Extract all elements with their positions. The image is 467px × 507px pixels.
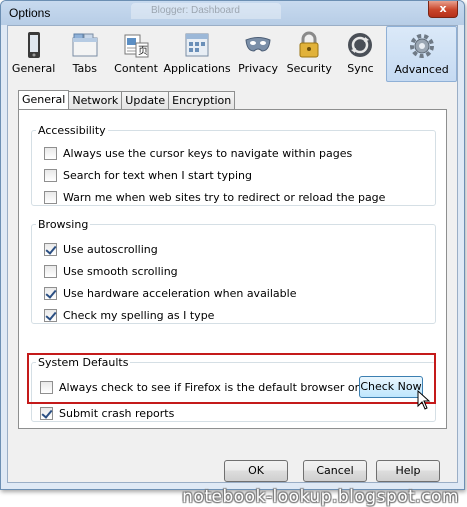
check-now-button[interactable]: Check Now [359,376,423,398]
option-label: Check my spelling as I type [63,309,215,322]
default-browser-option[interactable]: Always check to see if Firefox is the de… [40,381,405,394]
option-label: Warn me when web sites try to redirect o… [63,191,386,204]
options-window: Options Blogger: Dashboard x General Tab… [0,0,465,490]
crash-reports-option[interactable]: Submit crash reports [40,407,174,420]
checkbox[interactable] [40,381,53,394]
option-label: Always use the cursor keys to navigate w… [63,147,353,160]
content-icon: 页 [124,34,149,58]
padlock-icon [299,31,319,58]
close-button[interactable]: x [428,1,458,18]
option-label: Use hardware acceleration when available [63,287,297,300]
option-label: Use autoscrolling [63,243,158,256]
advanced-tabstrip: General Network Update Encryption [18,90,236,109]
search-typing-option[interactable]: Search for text when I start typing [44,169,252,182]
cursor-keys-option[interactable]: Always use the cursor keys to navigate w… [44,147,352,160]
cancel-button[interactable]: Cancel [303,460,367,482]
pane-sync[interactable]: Sync [335,26,386,82]
tabs-icon [72,33,98,57]
pane-general[interactable]: General [8,26,59,82]
tab-update[interactable]: Update [121,91,170,109]
dialog-body: General Tabs 页 Content Applications Priv… [7,25,458,483]
checkbox[interactable] [44,169,57,182]
group-legend: Browsing [38,218,89,231]
mouse-pointer-icon [417,390,431,410]
pane-tabs[interactable]: Tabs [59,26,110,82]
option-label: Submit crash reports [59,407,175,420]
checkbox-checked[interactable] [44,287,57,300]
group-legend: System Defaults [38,356,129,369]
checkbox-checked[interactable] [44,309,57,322]
option-label: Use smooth scrolling [63,265,178,278]
pane-privacy[interactable]: Privacy [232,26,283,82]
pane-security[interactable]: Security [284,26,335,82]
pane-label: General [11,62,56,75]
warn-redirect-option[interactable]: Warn me when web sites try to redirect o… [44,191,385,204]
smooth-scrolling-option[interactable]: Use smooth scrolling [44,265,178,278]
pane-label: Advanced [394,63,449,76]
preferences-toolbar: General Tabs 页 Content Applications Priv… [8,26,457,82]
pane-label: Applications [163,62,231,75]
general-tab-panel: Accessibility Always use the cursor keys… [18,109,447,429]
checkbox-checked[interactable] [40,407,53,420]
option-label: Search for text when I start typing [63,169,252,182]
spell-check-option[interactable]: Check my spelling as I type [44,309,214,322]
ok-button[interactable]: OK [224,460,288,482]
pane-label: Tabs [72,62,97,75]
sync-icon [348,33,373,57]
tab-network[interactable]: Network [68,91,123,109]
tab-general[interactable]: General [18,90,70,109]
privacy-mask-icon [245,37,271,52]
svg-text:页: 页 [138,45,148,57]
gear-icon [409,34,434,58]
tab-encryption[interactable]: Encryption [168,91,236,109]
applications-icon [185,33,209,57]
option-label: Always check to see if Firefox is the de… [59,381,405,394]
pane-applications[interactable]: Applications [162,26,233,82]
checkbox[interactable] [44,147,57,160]
pane-content[interactable]: 页 Content [110,26,161,82]
checkbox[interactable] [44,265,57,278]
browsing-group: Browsing Use autoscrolling Use smooth sc… [31,218,436,324]
checkbox-checked[interactable] [44,243,57,256]
window-title: Options [9,6,51,20]
watermark: notebook-lookup.blogspot.com [182,487,459,507]
pane-label: Privacy [238,62,278,75]
background-window-tab: Blogger: Dashboard [131,3,281,19]
general-icon [27,32,40,58]
accessibility-group: Accessibility Always use the cursor keys… [31,124,436,206]
help-button[interactable]: Help [376,460,440,482]
hardware-acceleration-option[interactable]: Use hardware acceleration when available [44,287,296,300]
pane-label: Content [114,62,158,75]
autoscrolling-option[interactable]: Use autoscrolling [44,243,158,256]
title-bar[interactable]: Options Blogger: Dashboard x [1,1,464,25]
pane-label: Sync [347,62,374,75]
checkbox[interactable] [44,191,57,204]
pane-advanced[interactable]: Advanced [386,26,457,82]
group-legend: Accessibility [38,124,106,137]
pane-label: Security [286,62,332,75]
